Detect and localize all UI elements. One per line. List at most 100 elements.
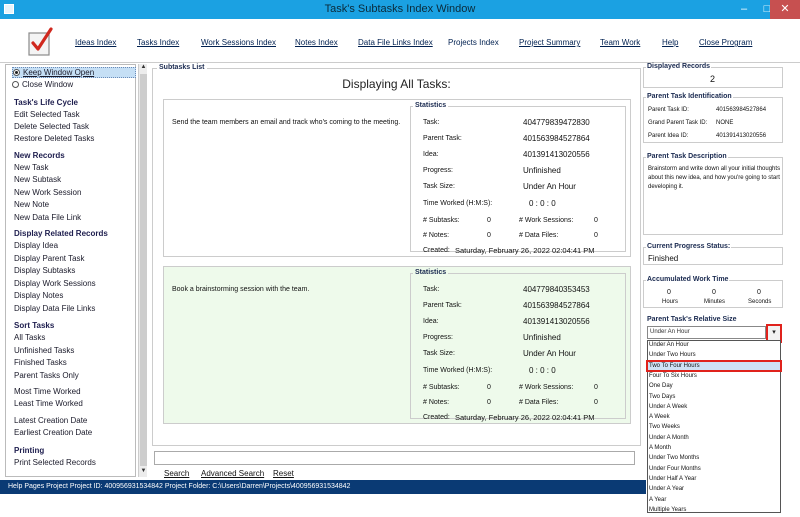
new-work-session-link[interactable]: New Work Session xyxy=(14,188,81,197)
menu-work-sessions-index[interactable]: Work Sessions Index xyxy=(201,38,276,47)
scroll-thumb[interactable] xyxy=(140,74,147,466)
sort-latest-creation-link[interactable]: Latest Creation Date xyxy=(14,416,87,425)
statistics-box: Statistics Task: 404779839472830 Parent … xyxy=(410,102,626,255)
work-sessions-count-label: # Work Sessions: xyxy=(519,384,574,391)
dropdown-option[interactable]: Under A Month xyxy=(649,435,689,441)
dropdown-option[interactable]: Two Weeks xyxy=(649,424,680,430)
display-subtasks-link[interactable]: Display Subtasks xyxy=(14,266,75,275)
scroll-up-arrow-icon[interactable]: ▲ xyxy=(139,64,148,73)
task-card[interactable]: Book a brainstorming session with the te… xyxy=(163,266,631,424)
dropdown-option[interactable]: A Year xyxy=(649,497,666,503)
search-link-label: Search xyxy=(164,469,190,478)
display-data-file-links-link[interactable]: Display Data File Links xyxy=(14,304,95,313)
keep-window-open-option[interactable]: Keep Window Open xyxy=(12,67,136,78)
minutes-label: Minutes xyxy=(704,299,726,305)
work-sessions-count-value: 0 xyxy=(594,384,598,391)
task-id-label: Task: xyxy=(423,286,440,293)
menu-team-work[interactable]: Team Work xyxy=(600,38,640,47)
menu-close-program[interactable]: Close Program xyxy=(699,38,752,47)
current-progress-value: Finished xyxy=(648,254,679,263)
close-window-option[interactable]: Close Window xyxy=(12,80,73,89)
created-label: Created: xyxy=(423,414,450,421)
new-data-file-link-link[interactable]: New Data File Link xyxy=(14,213,81,222)
left-action-panel: Keep Window Open Close Window Task's Lif… xyxy=(5,64,136,477)
statistics-label: Statistics xyxy=(413,269,449,276)
dropdown-option[interactable]: Four To Six Hours xyxy=(649,373,697,379)
advanced-search-link[interactable]: Advanced Search xyxy=(201,469,264,478)
print-selected-records-link[interactable]: Print Selected Records xyxy=(14,458,96,467)
parent-task-value: 401563984527864 xyxy=(523,301,590,310)
dropdown-option[interactable]: One Day xyxy=(649,383,673,389)
dropdown-option[interactable]: Two Days xyxy=(649,394,675,400)
grand-parent-task-id-label: Grand Parent Task ID: xyxy=(648,120,708,126)
idea-label: Idea: xyxy=(423,151,439,158)
menu-projects-index[interactable]: Projects Index xyxy=(448,38,499,47)
dropdown-option[interactable]: A Month xyxy=(649,445,671,451)
display-idea-link[interactable]: Display Idea xyxy=(14,241,58,250)
dropdown-option[interactable]: Under Four Months xyxy=(649,466,701,472)
close-button[interactable]: ✕ xyxy=(770,0,800,19)
menu-project-summary[interactable]: Project Summary xyxy=(519,38,580,47)
task-size-value: Under An Hour xyxy=(523,349,576,358)
dropdown-option[interactable]: Under A Year xyxy=(649,486,684,492)
display-parent-task-link[interactable]: Display Parent Task xyxy=(14,254,85,263)
scroll-down-arrow-icon[interactable]: ▼ xyxy=(139,468,148,477)
dropdown-option[interactable]: Under A Week xyxy=(649,404,687,410)
relative-size-select[interactable]: Under An Hour xyxy=(647,326,766,339)
dropdown-option[interactable]: Under Half A Year xyxy=(649,476,696,482)
task-card[interactable]: Send the team members an email and track… xyxy=(163,99,631,257)
dropdown-option[interactable]: A Week xyxy=(649,414,670,420)
new-subtask-link[interactable]: New Subtask xyxy=(14,175,61,184)
edit-selected-task-link[interactable]: Edit Selected Task xyxy=(14,110,80,119)
menu-ideas-index[interactable]: Ideas Index xyxy=(75,38,116,47)
center-scrollbar[interactable]: ▲ ▼ xyxy=(138,64,147,477)
sort-unfinished-tasks-link[interactable]: Unfinished Tasks xyxy=(14,346,74,355)
menu-help[interactable]: Help xyxy=(662,38,678,47)
dropdown-option[interactable]: Two To Four Hours xyxy=(649,363,700,369)
dropdown-option[interactable]: Under Two Months xyxy=(649,455,699,461)
printing-header: Printing xyxy=(14,446,45,455)
menu-notes-index[interactable]: Notes Index xyxy=(295,38,338,47)
checkbox-logo-icon xyxy=(28,27,53,56)
seconds-label: Seconds xyxy=(748,299,772,305)
sort-finished-tasks-link[interactable]: Finished Tasks xyxy=(14,358,67,367)
sort-all-tasks-link[interactable]: All Tasks xyxy=(14,333,45,342)
task-id-value: 404779840353453 xyxy=(523,285,590,294)
dropdown-option[interactable]: Multiple Years xyxy=(649,507,686,513)
time-worked-value: 0 : 0 : 0 xyxy=(529,366,556,375)
new-note-link[interactable]: New Note xyxy=(14,200,49,209)
sort-parent-tasks-only-link[interactable]: Parent Tasks Only xyxy=(14,371,79,380)
work-sessions-count-label: # Work Sessions: xyxy=(519,217,574,224)
sort-most-time-link[interactable]: Most Time Worked xyxy=(14,387,81,396)
advanced-search-label: Advanced Search xyxy=(201,469,265,478)
minimize-button[interactable]: – xyxy=(732,0,756,19)
idea-label: Idea: xyxy=(423,318,439,325)
subtasks-list-label: Subtasks List xyxy=(157,64,207,71)
reset-link-label: Reset xyxy=(273,469,294,478)
display-notes-link[interactable]: Display Notes xyxy=(14,291,63,300)
time-worked-label: Time Worked (H:M:S): xyxy=(423,200,493,207)
life-cycle-header: Task's Life Cycle xyxy=(14,98,79,107)
task-id-label: Task: xyxy=(423,119,440,126)
keep-window-open-label: Keep Window Open xyxy=(23,68,95,77)
sort-tasks-header: Sort Tasks xyxy=(14,321,55,330)
created-value: Saturday, February 26, 2022 02:04:41 PM xyxy=(455,246,595,255)
dropdown-option[interactable]: Under Two Hours xyxy=(649,352,696,358)
menu-tasks-index[interactable]: Tasks Index xyxy=(137,38,179,47)
new-task-link[interactable]: New Task xyxy=(14,163,49,172)
window-title: Task's Subtasks Index Window xyxy=(324,3,476,15)
search-link[interactable]: Search xyxy=(164,469,189,478)
notes-count-value: 0 xyxy=(487,232,491,239)
reset-link[interactable]: Reset xyxy=(273,469,294,478)
dropdown-option[interactable]: Under An Hour xyxy=(649,342,689,348)
display-work-sessions-link[interactable]: Display Work Sessions xyxy=(14,279,96,288)
task-description: Book a brainstorming session with the te… xyxy=(172,286,310,293)
radio-selected-icon xyxy=(13,69,20,76)
menu-data-file-links-index[interactable]: Data File Links Index xyxy=(358,38,433,47)
sort-least-time-link[interactable]: Least Time Worked xyxy=(14,399,83,408)
delete-selected-task-link[interactable]: Delete Selected Task xyxy=(14,122,89,131)
restore-deleted-tasks-link[interactable]: Restore Deleted Tasks xyxy=(14,134,94,143)
search-input[interactable] xyxy=(154,451,635,465)
sort-earliest-creation-link[interactable]: Earliest Creation Date xyxy=(14,428,92,437)
work-sessions-count-value: 0 xyxy=(594,217,598,224)
